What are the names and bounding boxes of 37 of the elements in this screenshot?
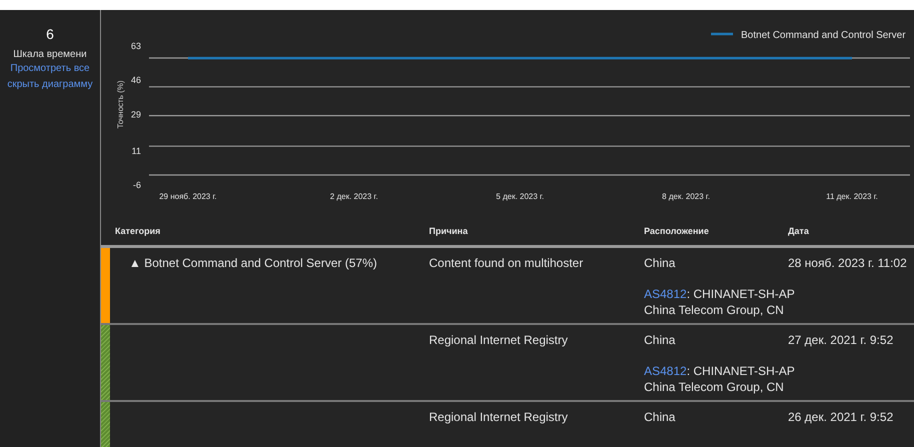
location-label: China <box>644 256 676 271</box>
x-tick-label: 29 нояб. 2023 г. <box>159 192 217 201</box>
x-tick-label: 5 дек. 2023 г. <box>496 192 544 201</box>
x-tick-label: 2 дек. 2023 г. <box>330 192 378 201</box>
y-tick-label: 63 <box>130 41 141 51</box>
location-label: China <box>644 333 676 348</box>
x-tick-label: 8 дек. 2023 г. <box>662 192 710 201</box>
owner-label: China Telecom Group, CN <box>644 303 785 318</box>
owner-label: China Telecom Group, CN <box>644 380 785 395</box>
asn-link[interactable]: AS4812 <box>644 287 687 302</box>
y-tick-label: -6 <box>132 180 141 190</box>
date-label: 28 нояб. 2023 г. 11:02 <box>788 256 907 270</box>
column-header: Дата <box>788 224 810 238</box>
asn-link[interactable]: AS4812 <box>644 364 687 379</box>
y-tick-label: 29 <box>130 110 141 120</box>
location-label: China <box>644 410 676 425</box>
panel-link[interactable]: Просмотреть все <box>7 61 93 77</box>
network-label: : CHINANET-SH-AP <box>686 287 795 302</box>
date-label: 26 дек. 2021 г. 9:52 <box>788 410 894 424</box>
count-label: 6 <box>46 25 54 43</box>
y-axis-label: Точность (%) <box>116 80 125 129</box>
caption-label: Шкала времени <box>13 48 87 61</box>
column-header: Расположение <box>644 224 710 238</box>
date-label: 27 дек. 2021 г. 9:52 <box>788 333 894 347</box>
legend-label: Botnet Command and Control Server <box>741 30 906 41</box>
reason-label: Content found on multihoster <box>429 256 584 270</box>
column-header: Категория <box>114 224 162 238</box>
y-tick-label: 46 <box>130 75 141 86</box>
x-tick-label: 11 дек. 2023 г. <box>826 192 878 201</box>
legend-swatch <box>711 32 733 36</box>
column-header: Причина <box>429 224 469 238</box>
reason-label: Regional Internet Registry <box>429 410 568 424</box>
category-label: ▲ Botnet Command and Control Server (57%) <box>129 256 377 270</box>
panel-link[interactable]: скрыть диаграмму <box>7 77 93 93</box>
reason-label: Regional Internet Registry <box>429 333 568 347</box>
y-tick-label: 11 <box>132 146 141 156</box>
network-label: : CHINANET-SH-AP <box>686 364 795 379</box>
